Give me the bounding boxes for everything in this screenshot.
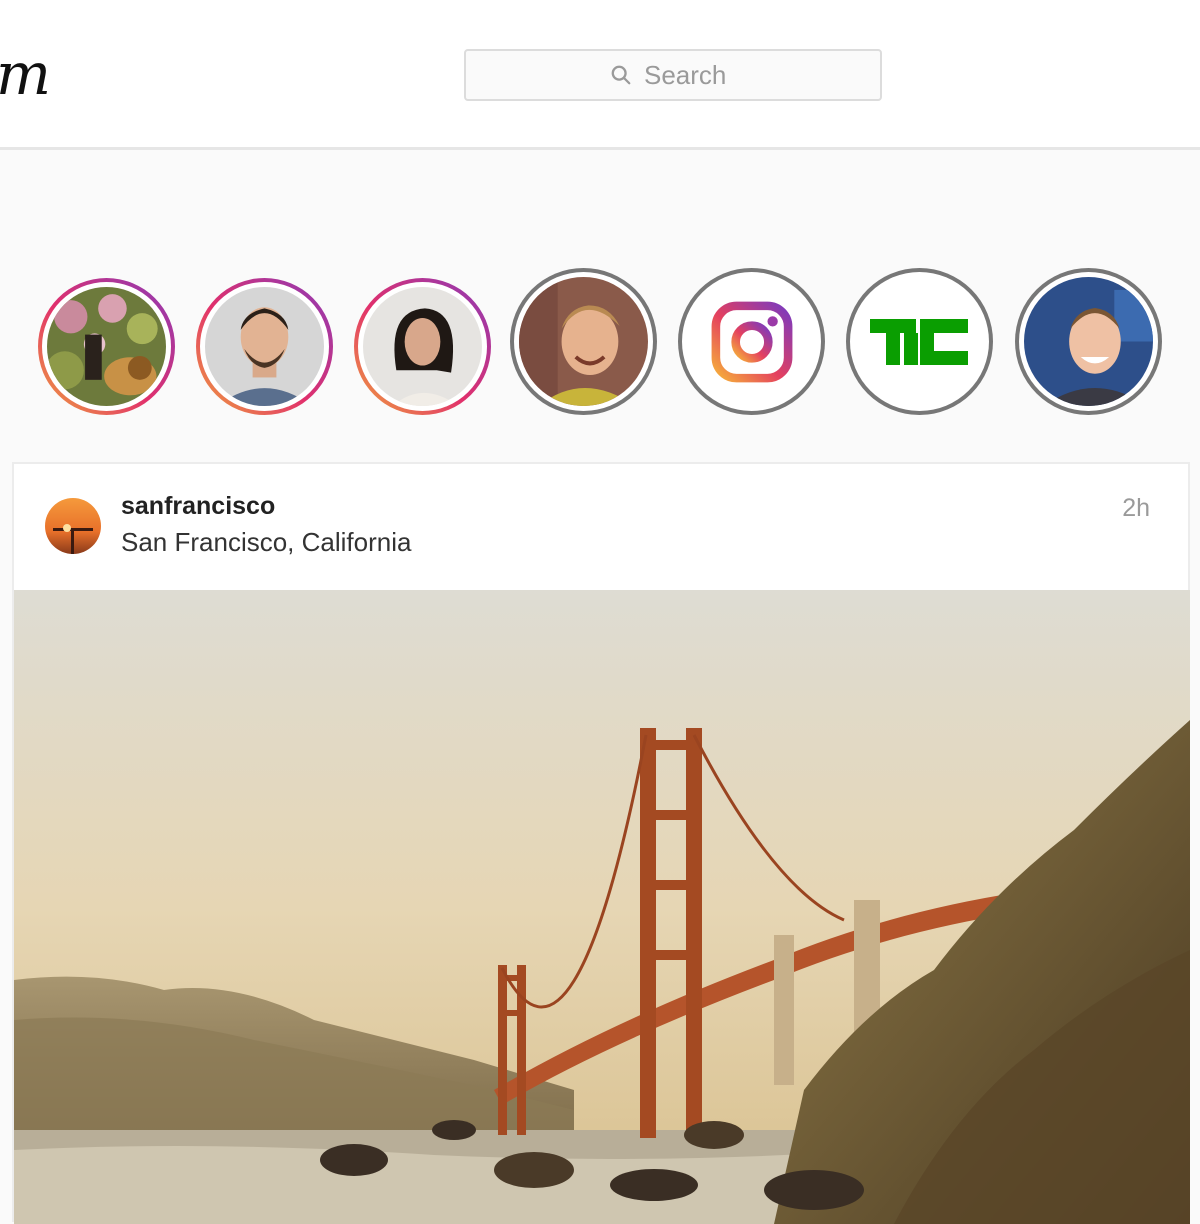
story-avatar-image	[687, 277, 816, 406]
story-avatar-image	[47, 287, 166, 406]
techcrunch-logo-icon	[869, 318, 968, 365]
story-avatar-image	[205, 287, 324, 406]
story-lion-garden[interactable]	[38, 278, 175, 415]
story-mark[interactable]	[1015, 268, 1162, 415]
top-navigation-bar: m	[0, 0, 1200, 150]
search-icon	[611, 65, 631, 85]
search-box[interactable]	[464, 49, 882, 101]
post-author-avatar[interactable]	[45, 498, 101, 554]
story-avatar-image	[1024, 277, 1153, 406]
search-input[interactable]	[642, 58, 736, 92]
post-location[interactable]: San Francisco, California	[121, 527, 411, 558]
post-photo-golden-gate[interactable]	[14, 590, 1190, 1224]
story-avatar-image	[855, 277, 984, 406]
story-avatar-image	[519, 277, 648, 406]
story-avatar-image	[363, 287, 482, 406]
post-timestamp: 2h	[1122, 494, 1150, 522]
instagram-wordmark-logo[interactable]: m	[0, 44, 51, 104]
story-woman[interactable]	[354, 278, 491, 415]
story-techcrunch[interactable]	[846, 268, 993, 415]
post-username[interactable]: sanfrancisco	[121, 492, 275, 521]
post-card: sanfrancisco San Francisco, California 2…	[12, 462, 1190, 1224]
instagram-logo-icon	[711, 301, 792, 382]
story-man-beard[interactable]	[196, 278, 333, 415]
story-instagram[interactable]	[678, 268, 825, 415]
story-young-man[interactable]	[510, 268, 657, 415]
